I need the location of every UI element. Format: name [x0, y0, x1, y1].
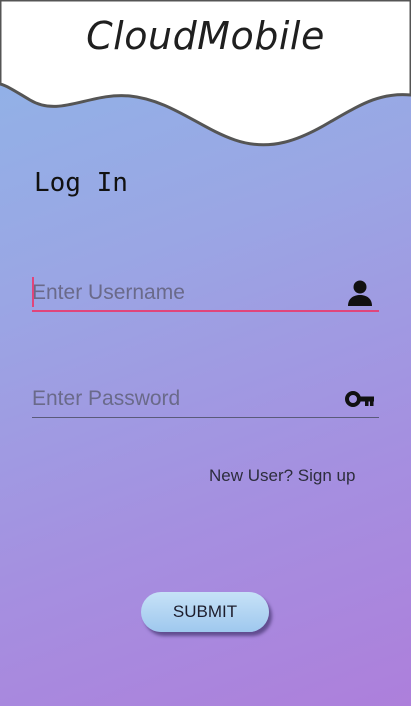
- username-field: [32, 272, 379, 312]
- login-screen: CloudMobile Log In New User? Sign up SUB…: [0, 0, 411, 706]
- username-input[interactable]: [32, 278, 332, 308]
- login-heading: Log In: [34, 168, 128, 198]
- header-wave: CloudMobile: [0, 0, 411, 175]
- person-icon: [348, 280, 372, 306]
- password-input[interactable]: [32, 384, 332, 414]
- app-title: CloudMobile: [86, 14, 325, 58]
- password-field: [32, 378, 379, 418]
- submit-button[interactable]: SUBMIT: [141, 592, 269, 632]
- text-caret: [32, 277, 34, 307]
- signup-link[interactable]: New User? Sign up: [209, 466, 355, 486]
- key-icon: [345, 391, 374, 407]
